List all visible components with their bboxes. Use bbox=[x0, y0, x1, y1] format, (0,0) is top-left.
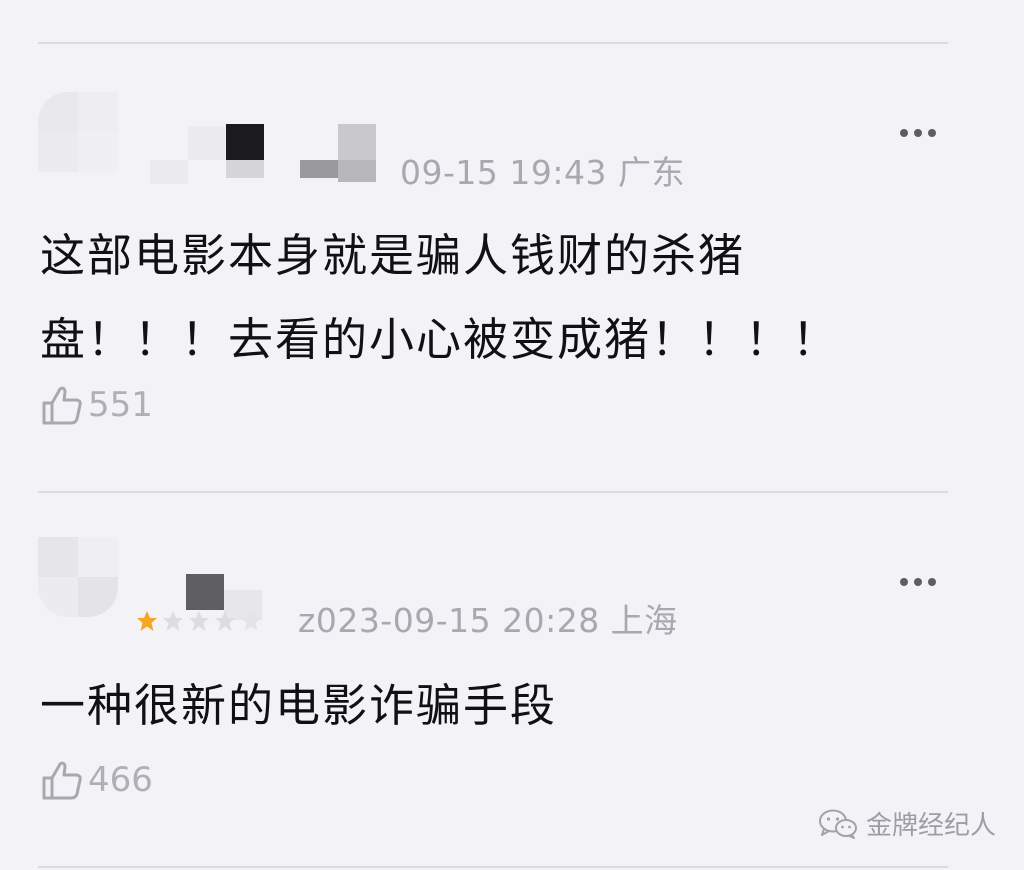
star-icon bbox=[215, 611, 235, 631]
thumbs-up-icon bbox=[42, 761, 82, 800]
comment-content-line: 一种很新的电影诈骗手段 bbox=[40, 679, 558, 732]
thumbs-up-icon bbox=[42, 386, 82, 425]
comment-content: 这部电影本身就是骗人钱财的杀猪 盘！！！去看的小心被变成猪！！！！ bbox=[40, 214, 920, 382]
comment-meta: 09-15 19:43 广东 bbox=[400, 153, 685, 192]
bottom-divider bbox=[38, 866, 948, 868]
avatar[interactable] bbox=[38, 537, 118, 617]
top-divider bbox=[38, 42, 948, 44]
avatar[interactable] bbox=[38, 92, 118, 172]
like-count: 466 bbox=[88, 760, 153, 800]
comment-divider bbox=[38, 491, 948, 493]
watermark: 金牌经纪人 bbox=[818, 805, 996, 842]
like-count: 551 bbox=[88, 385, 153, 425]
comment-content: 一种很新的电影诈骗手段 bbox=[40, 664, 920, 748]
star-icon bbox=[189, 611, 209, 631]
user-rating bbox=[136, 610, 262, 632]
username[interactable] bbox=[150, 122, 380, 186]
star-icon bbox=[241, 611, 261, 631]
comment-content-line: 这部电影本身就是骗人钱财的杀猪 bbox=[40, 229, 746, 282]
watermark-label: 金牌经纪人 bbox=[866, 811, 997, 841]
wechat-icon bbox=[819, 809, 857, 839]
more-icon[interactable] bbox=[900, 576, 940, 588]
comment-content-line: 盘！！！去看的小心被变成猪！！！！ bbox=[40, 313, 840, 366]
more-icon[interactable] bbox=[900, 127, 940, 139]
star-icon bbox=[137, 611, 157, 631]
like-button[interactable]: 551 bbox=[40, 383, 153, 427]
star-icon bbox=[163, 611, 183, 631]
like-button[interactable]: 466 bbox=[40, 758, 153, 802]
comment-meta: z023-09-15 20:28 上海 bbox=[298, 601, 678, 640]
